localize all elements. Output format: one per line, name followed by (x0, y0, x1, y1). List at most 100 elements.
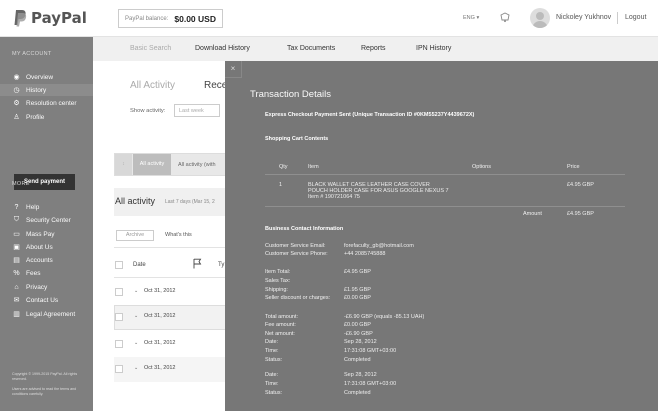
accounts-icon: ▤ (13, 257, 20, 264)
row-checkbox[interactable] (115, 365, 123, 373)
filter-all-activity[interactable]: All activity (133, 154, 171, 175)
tab-reports[interactable]: Reports (361, 45, 386, 52)
sidebar-item-mass-pay[interactable]: ▭ Mass Pay (12, 228, 93, 240)
chevron-down-icon[interactable]: ⌄ (134, 288, 138, 294)
item-price: £4.95 GBP (567, 182, 594, 188)
sidebar-item-profile[interactable]: ♙ Profile (12, 111, 93, 123)
chevron-down-icon[interactable]: ⌄ (134, 313, 138, 319)
whats-this-link[interactable]: What's this (165, 232, 192, 238)
time-value: 17:31:08 GMT+03:00 (344, 381, 397, 387)
language-select[interactable]: ENG ▾ (463, 15, 479, 21)
percent-icon: % (13, 269, 20, 277)
sidebar-item-label: Security Center (26, 216, 71, 224)
sidebar-item-label: Overview (26, 73, 54, 81)
sidebar-item-label: About Us (26, 243, 53, 251)
sidebar: MY ACCOUNT ◉ Overview ◷ History ⚙ Resolutio… (0, 37, 93, 411)
copyright-text: Copyright © 1999-2015 PayPal. All rights… (12, 372, 78, 381)
column-date[interactable]: Date (133, 262, 146, 268)
sidebar-item-about-us[interactable]: ▣ About Us (12, 241, 93, 253)
tab-download-history[interactable]: Download History (195, 45, 250, 52)
flag-icon[interactable] (193, 258, 202, 269)
avatar[interactable] (530, 8, 550, 28)
row-checkbox[interactable] (115, 288, 123, 296)
column-type[interactable]: Ty (218, 262, 224, 268)
business-contact-heading: Business Contact Information (265, 226, 344, 232)
sidebar-item-legal-agreement[interactable]: ▥ Legal Agreement (12, 308, 93, 320)
sales-tax-label: Sales Tax: (265, 278, 291, 284)
paypal-logo[interactable]: PayPal (13, 9, 87, 27)
sidebar-item-resolution-center[interactable]: ⚙ Resolution center (12, 97, 93, 109)
sidebar-item-accounts[interactable]: ▤ Accounts (12, 254, 93, 266)
date-range: Last 7 days (Mar 15, 2 (165, 199, 215, 205)
discount-label: Seller discount or charges: (265, 295, 331, 301)
fee-value: £0.00 GBP (344, 322, 371, 328)
net-label: Net amount: (265, 331, 295, 337)
balance-box: PayPal balance: $0.00 USD (118, 9, 223, 28)
user-name[interactable]: Nickoley Yukhnov (556, 14, 611, 21)
shipping-value: £1.95 GBP (344, 287, 371, 293)
my-account-heading: MY ACCOUNT (12, 51, 52, 57)
date-label: Date: (265, 339, 279, 345)
eye-icon: ◉ (13, 74, 20, 81)
status-value: Completed (344, 390, 371, 396)
status-value: Completed (344, 357, 371, 363)
sidebar-item-fees[interactable]: % Fees (12, 267, 93, 279)
net-value: -£6.90 GBP (344, 331, 373, 337)
recent-tab[interactable]: Rece (204, 80, 227, 91)
sidebar-item-label: History (26, 86, 47, 94)
period-select[interactable]: Last week (174, 104, 220, 117)
sidebar-item-label: Help (26, 203, 40, 211)
sidebar-item-contact-us[interactable]: ✉ Contact Us (12, 294, 93, 306)
phone-label: Customer Service Phone: (265, 251, 328, 257)
sidebar-item-history[interactable]: ◷ History (0, 84, 93, 96)
sidebar-item-label: Mass Pay (26, 230, 55, 238)
lock-icon: ⌂ (14, 283, 19, 291)
row-date: Oct 31, 2012 (144, 313, 176, 319)
sidebar-item-overview[interactable]: ◉ Overview (12, 71, 93, 83)
item-number: Item # 190721064 75 (308, 194, 360, 200)
sidebar-item-security-center[interactable]: ⛉ Security Center (12, 214, 93, 226)
sidebar-item-label: Privacy (26, 283, 48, 291)
gear-icon: ⚙ (13, 100, 20, 107)
clock-icon: ◷ (13, 87, 20, 94)
row-date: Oct 31, 2012 (144, 365, 176, 371)
more-heading: MORE (12, 181, 30, 187)
row-checkbox[interactable] (115, 313, 123, 321)
chevron-down-icon[interactable]: ⌄ (134, 365, 138, 371)
col-price: Price (567, 164, 580, 170)
row-checkbox[interactable] (115, 340, 123, 348)
phone-value: +44 2085745888 (344, 251, 386, 257)
avatar-icon (532, 12, 548, 28)
logout-link[interactable]: Logout (625, 14, 646, 21)
amount-value: £4.95 GBP (567, 211, 594, 217)
question-icon: ? (14, 203, 19, 211)
sidebar-item-label: Resolution center (26, 99, 77, 107)
info-icon: ▣ (13, 244, 20, 251)
tab-tax-documents[interactable]: Tax Documents (287, 45, 335, 52)
paypal-logo-text: PayPal (31, 9, 87, 27)
notifications-icon[interactable] (499, 11, 511, 23)
close-icon[interactable]: × (225, 61, 242, 78)
sidebar-item-help[interactable]: ? Help (12, 201, 93, 213)
shipping-label: Shipping: (265, 287, 288, 293)
divider (265, 174, 625, 175)
sidebar-item-label: Profile (26, 113, 45, 121)
chevron-down-icon[interactable]: ⌄ (134, 340, 138, 346)
balance-value: $0.00 USD (174, 13, 216, 24)
email-value[interactable]: forefaculty_gb@hotmail.com (344, 243, 414, 249)
discount-value: £0.00 GBP (344, 295, 371, 301)
sort-icon[interactable]: ↕ (115, 154, 132, 175)
item-total-label: Item Total: (265, 269, 291, 275)
chat-icon: ✉ (13, 297, 20, 304)
tab-ipn-history[interactable]: IPN History (416, 45, 451, 52)
document-icon: ▥ (13, 311, 20, 318)
select-all-checkbox[interactable] (115, 261, 123, 269)
all-activity-tab[interactable]: All Activity (130, 80, 175, 91)
show-activity-label: Show activity: (130, 108, 166, 114)
filter-all-activity-with[interactable]: All activity (with (178, 162, 216, 168)
tab-basic-search[interactable]: Basic Search (130, 45, 171, 52)
row-date: Oct 31, 2012 (144, 340, 176, 346)
archive-button[interactable]: Archive (116, 230, 154, 241)
sidebar-item-privacy[interactable]: ⌂ Privacy (12, 281, 93, 293)
sidebar-item-label: Fees (26, 269, 41, 277)
